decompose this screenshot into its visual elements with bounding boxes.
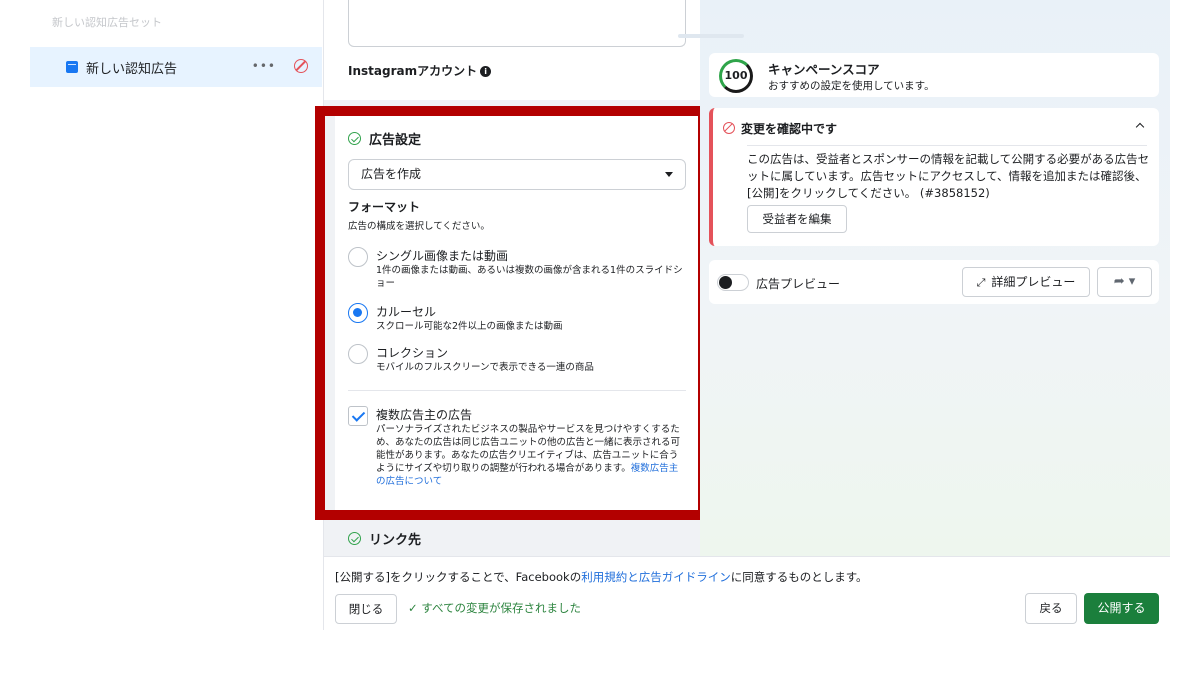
- check-circle-icon: [348, 532, 361, 545]
- detail-preview-button[interactable]: ⤢ 詳細プレビュー: [962, 267, 1090, 297]
- check-circle-icon: [348, 132, 361, 145]
- radio-carousel[interactable]: [348, 303, 368, 323]
- identity-section: Instagramアカウント i: [324, 0, 700, 100]
- detail-preview-label: 詳細プレビュー: [991, 275, 1076, 289]
- format-title: フォーマット: [348, 200, 421, 214]
- format-option-collection[interactable]: コレクション モバイルのフルスクリーンで表示できる一連の商品: [348, 344, 688, 376]
- ad-guidelines-link[interactable]: 広告ガイドライン: [639, 570, 731, 584]
- publish-button[interactable]: 公開する: [1084, 593, 1159, 624]
- info-icon[interactable]: i: [480, 66, 492, 77]
- close-button[interactable]: 閉じる: [335, 594, 397, 624]
- sidebar-item-ad[interactable]: 新しい認知広告 •••: [30, 47, 322, 87]
- ad-setup-title-text: 広告設定: [369, 133, 422, 148]
- option-title: コレクション: [376, 346, 449, 360]
- review-divider: [747, 145, 1147, 146]
- ad-setup-title: 広告設定: [348, 129, 421, 148]
- saved-status: ✓ すべての変更が保存されました: [408, 600, 581, 616]
- instagram-account-label: Instagramアカウント i: [348, 62, 492, 79]
- format-subtitle: 広告の構成を選択してください。: [348, 221, 490, 232]
- saved-status-text: すべての変更が保存されました: [421, 601, 582, 615]
- option-title: カルーセル: [376, 305, 437, 319]
- check-icon: ✓: [408, 601, 422, 615]
- terms-mid: と: [627, 570, 639, 584]
- terms-link[interactable]: 利用規約: [581, 570, 627, 584]
- ad-preview-bar: 広告プレビュー ⤢ 詳細プレビュー ➦ ▾: [709, 260, 1159, 304]
- section-divider: [348, 390, 686, 391]
- option-title: シングル画像または動画: [376, 249, 509, 263]
- ban-icon: [294, 59, 308, 73]
- review-notice-card: 変更を確認中です この広告は、受益者とスポンサーの情報を記載して公開する必要があ…: [709, 108, 1159, 246]
- instagram-account-text: Instagramアカウント: [348, 64, 478, 78]
- radio-single[interactable]: [348, 247, 368, 267]
- sidebar-item-adset[interactable]: 新しい認知広告セット: [52, 14, 352, 28]
- ad-icon: [66, 61, 78, 73]
- ban-icon: [723, 122, 735, 134]
- campaign-score-card: 100 キャンペーンスコア おすすめの設定を使用しています。: [709, 53, 1159, 97]
- radio-collection[interactable]: [348, 344, 368, 364]
- ad-setup-select-value: 広告を作成: [361, 167, 422, 181]
- campaign-sidebar: 新しい認知広告セット 新しい認知広告 •••: [30, 0, 322, 87]
- ad-setup-panel: 広告設定 広告を作成 フォーマット 広告の構成を選択してください。 シングル画像…: [335, 114, 710, 514]
- expand-icon: ⤢: [976, 276, 986, 289]
- option-desc: スクロール可能な2件以上の画像または動画: [376, 321, 563, 332]
- ad-setup-select[interactable]: 広告を作成: [348, 159, 686, 190]
- share-icon: ➦ ▾: [1113, 274, 1136, 289]
- review-body: この広告は、受益者とスポンサーの情報を記載して公開する必要がある広告セットに属し…: [747, 152, 1150, 200]
- preview-top-stub: [678, 34, 744, 38]
- chevron-up-icon[interactable]: [1135, 122, 1145, 132]
- edit-beneficiary-button[interactable]: 受益者を編集: [747, 205, 847, 233]
- more-icon[interactable]: •••: [252, 59, 276, 73]
- back-button[interactable]: 戻る: [1025, 593, 1077, 624]
- option-desc: 1件の画像または動画、あるいは複数の画像が含まれる1件のスライドショー: [376, 265, 683, 289]
- caret-down-icon: [665, 172, 673, 177]
- score-subtitle: おすすめの設定を使用しています。: [768, 80, 935, 92]
- multi-advertiser-checkbox[interactable]: [348, 406, 368, 426]
- editor-column: Instagramアカウント i 広告設定 広告を作成 フォーマット 広告の構成を…: [324, 0, 710, 556]
- option-desc: モバイルのフルスクリーンで表示できる一連の商品: [376, 362, 594, 373]
- format-option-carousel[interactable]: カルーセル スクロール可能な2件以上の画像または動画: [348, 303, 688, 335]
- sidebar-item-label: 新しい認知広告: [86, 61, 178, 77]
- terms-prefix: [公開する]をクリックすることで、Facebookの: [335, 570, 582, 584]
- preview-column: 100 キャンペーンスコア おすすめの設定を使用しています。 変更を確認中です …: [678, 0, 1170, 556]
- terms-notice: [公開する]をクリックすることで、Facebookの利用規約と広告ガイドラインに…: [335, 569, 868, 585]
- page-select-field[interactable]: [348, 0, 686, 47]
- multi-advertiser-title: 複数広告主の広告: [376, 408, 473, 422]
- link-section-title: リンク先: [348, 529, 421, 548]
- multi-advertiser-desc: パーソナライズされたビジネスの製品やサービスを見つけやすくするため、あなたの広告…: [376, 423, 686, 488]
- review-title: 変更を確認中です: [741, 122, 838, 136]
- link-section-title-text: リンク先: [369, 533, 422, 548]
- footer-bar: [公開する]をクリックすることで、Facebookの利用規約と広告ガイドラインに…: [324, 556, 1170, 630]
- terms-suffix: に同意するものとします。: [730, 570, 868, 584]
- share-button[interactable]: ➦ ▾: [1097, 267, 1152, 297]
- preview-toggle[interactable]: [717, 274, 749, 291]
- score-title: キャンペーンスコア: [768, 62, 880, 77]
- score-ring: 100: [719, 59, 753, 93]
- preview-label: 広告プレビュー: [756, 277, 841, 291]
- format-option-single[interactable]: シングル画像または動画 1件の画像または動画、あるいは複数の画像が含まれる1件の…: [348, 247, 688, 289]
